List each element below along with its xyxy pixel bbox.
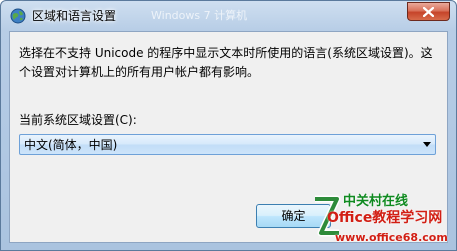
chevron-down-icon xyxy=(423,142,431,147)
watermark: 中关村在线 Office教程学习网 www.office68.com xyxy=(309,193,456,250)
window-title: 区域和语言设置 xyxy=(32,9,117,23)
locale-label: 当前系统区域设置(C): xyxy=(19,113,137,127)
locale-select-value: 中文(简体，中国) xyxy=(24,138,118,152)
watermark-url-text: www.office68.com xyxy=(335,231,448,244)
watermark-mid-text: Office教程学习网 xyxy=(327,210,443,226)
dialog-window: 区域和语言设置 Windows 7 计算机 选择在不支持 Unicode 的程序… xyxy=(0,0,457,251)
description-text: 选择在不支持 Unicode 的程序中显示文本时所使用的语言(系统区域设置)。这… xyxy=(19,46,433,79)
window-title-ghost: Windows 7 计算机 xyxy=(151,9,248,22)
globe-icon xyxy=(10,8,26,24)
close-button[interactable] xyxy=(407,2,450,21)
close-icon xyxy=(423,7,434,17)
watermark-top-text: 中关村在线 xyxy=(343,194,409,209)
locale-select[interactable]: 中文(简体，中国) xyxy=(19,134,436,155)
title-bar[interactable]: 区域和语言设置 Windows 7 计算机 xyxy=(1,1,456,31)
